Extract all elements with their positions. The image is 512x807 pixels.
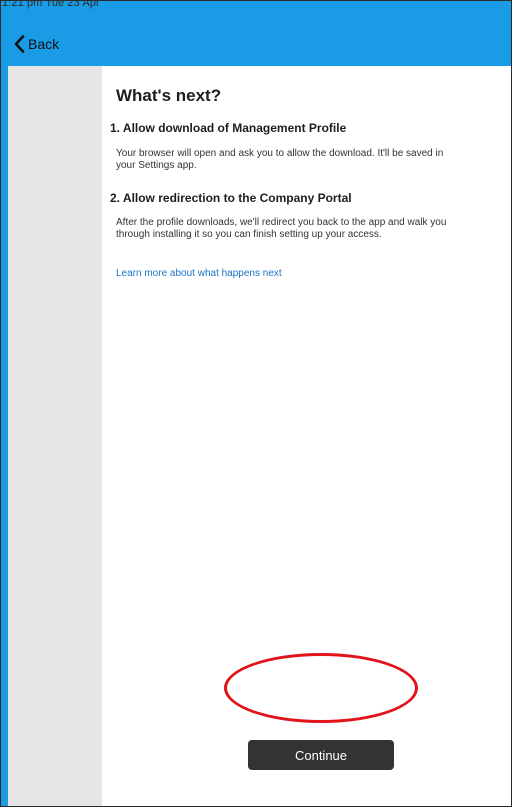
step-1-title: 1. Allow download of Management Profile: [110, 121, 347, 135]
learn-more-link[interactable]: Learn more about what happens next: [116, 268, 282, 279]
page-title: What's next?: [116, 86, 222, 105]
navigation-bar: Back: [0, 22, 512, 66]
step-1-description-line: Your browser will open and ask you to al…: [116, 148, 444, 159]
status-time-date: 1:21 pm Tue 23 Apr: [2, 0, 100, 9]
status-bar: 1:21 pm Tue 23 Apr: [0, 0, 512, 22]
back-button[interactable]: Back: [14, 32, 59, 56]
back-button-label: Back: [28, 36, 60, 52]
step-1-description: Your browser will open and ask you to al…: [116, 148, 512, 171]
main-content: What's next? 1. Allow download of Manage…: [102, 66, 512, 807]
continue-button[interactable]: Continue: [248, 740, 394, 770]
step-1-description-line: your Settings app.: [116, 159, 197, 171]
step-2-description: After the profile downloads, we'll redir…: [116, 217, 512, 240]
step-2-description-line: through installing it so you can finish …: [116, 228, 382, 240]
sidebar-rail: [8, 66, 102, 807]
chevron-left-icon: [14, 35, 25, 53]
step-2-title: 2. Allow redirection to the Company Port…: [110, 191, 352, 205]
step-2-description-line: After the profile downloads, we'll redir…: [116, 217, 447, 228]
